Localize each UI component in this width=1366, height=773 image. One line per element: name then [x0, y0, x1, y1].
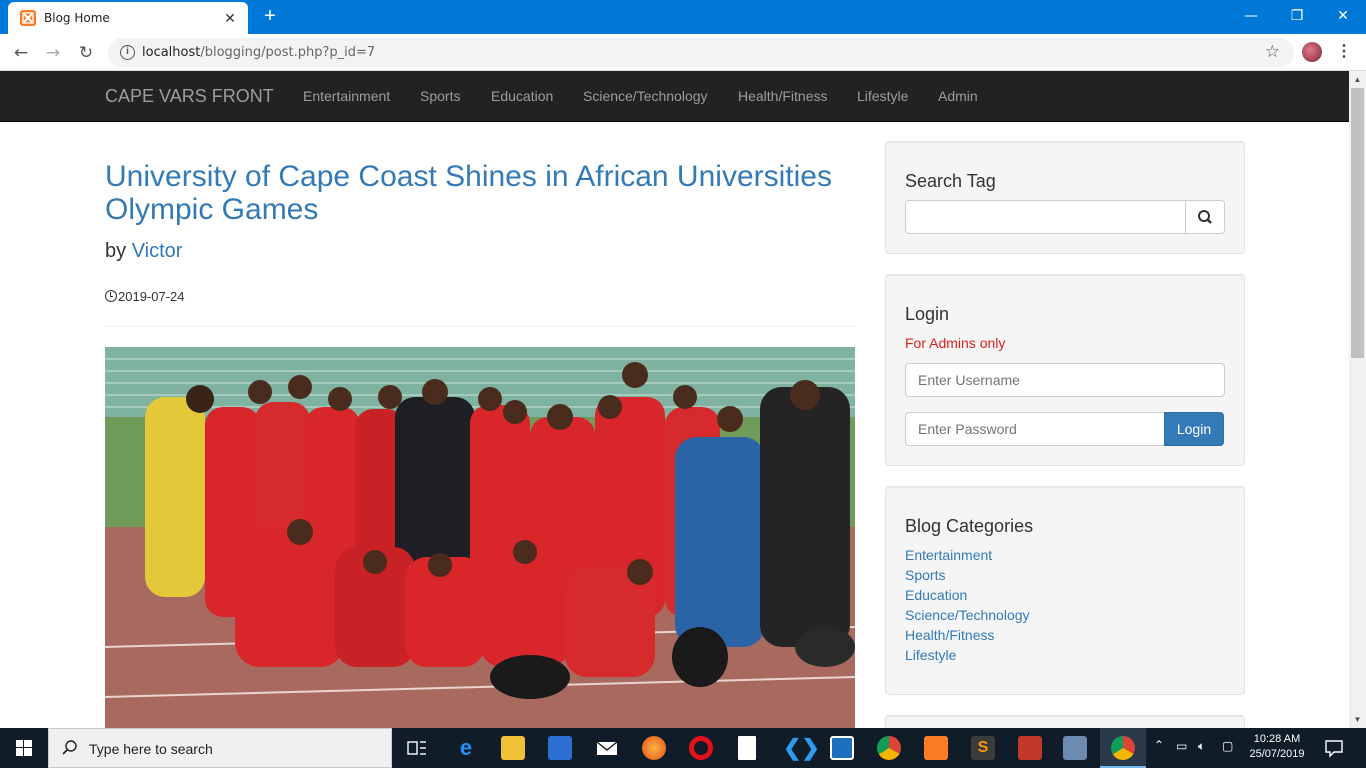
taskbar-clock[interactable]: 10:28 AM 25/07/2019: [1238, 732, 1316, 762]
minimize-button[interactable]: —: [1236, 5, 1266, 27]
close-window-button[interactable]: ✕: [1328, 5, 1358, 27]
new-tab-button[interactable]: +: [260, 6, 280, 28]
windows-logo-icon: [16, 740, 32, 756]
by-prefix: by: [105, 240, 127, 262]
search-button[interactable]: [1185, 200, 1225, 234]
clock-date: 25/07/2019: [1249, 748, 1305, 760]
xampp-favicon-icon: [20, 10, 36, 26]
reload-button[interactable]: ↻: [75, 42, 97, 64]
nav-link-science-technology[interactable]: Science/Technology: [583, 88, 708, 104]
post-image: [105, 347, 855, 728]
login-heading: Login: [905, 304, 950, 324]
chrome-icon[interactable]: [877, 736, 901, 760]
nav-link-sports[interactable]: Sports: [420, 88, 460, 104]
app-window-icon[interactable]: [830, 736, 854, 760]
category-link-health-fitness[interactable]: Health/Fitness: [905, 627, 994, 643]
sublime-text-icon[interactable]: S: [971, 736, 995, 760]
task-view-icon[interactable]: [405, 736, 429, 760]
store-icon[interactable]: [548, 736, 572, 760]
network-app-icon[interactable]: [1063, 736, 1087, 760]
filezilla-icon[interactable]: [1018, 736, 1042, 760]
tab-title: Blog Home: [44, 11, 110, 25]
volume-icon[interactable]: 🔈︎: [1198, 739, 1205, 754]
browser-tab-bar: Blog Home ✕ + — ❐ ✕: [0, 0, 1366, 34]
categories-heading: Blog Categories: [905, 516, 1034, 536]
nav-link-admin[interactable]: Admin: [938, 88, 978, 104]
forward-button[interactable]: →: [42, 42, 64, 64]
vscode-icon[interactable]: ❮❯: [783, 736, 820, 760]
category-link-entertainment[interactable]: Entertainment: [905, 547, 992, 563]
browser-menu-icon[interactable]: ⋮: [1336, 40, 1352, 64]
search-icon: [62, 740, 77, 755]
post-date-text: 2019-07-24: [118, 289, 185, 304]
profile-avatar[interactable]: [1302, 42, 1322, 62]
browser-toolbar: ← → ↻ i localhost/blogging/post.php?p_id…: [0, 34, 1366, 71]
file-explorer-icon[interactable]: [501, 736, 525, 760]
address-bar[interactable]: i localhost/blogging/post.php?p_id=7 ☆: [108, 38, 1294, 67]
site-brand[interactable]: CAPE VARS FRONT: [105, 86, 274, 107]
post-date: 2019-07-24: [105, 289, 185, 304]
taskbar-search-box[interactable]: Type here to search: [48, 728, 392, 768]
notifications-icon[interactable]: [1322, 736, 1346, 760]
nav-link-lifestyle[interactable]: Lifestyle: [857, 88, 908, 104]
windows-taskbar: Type here to search e ❮❯ S ⌃ ▭ 🔈︎ ▢ 10:2…: [0, 728, 1366, 768]
post-byline: by Victor: [105, 240, 182, 263]
category-link-sports[interactable]: Sports: [905, 567, 945, 583]
site-info-icon[interactable]: i: [120, 45, 135, 60]
back-button[interactable]: ←: [10, 42, 32, 64]
password-field[interactable]: [905, 412, 1165, 446]
category-link-lifestyle[interactable]: Lifestyle: [905, 647, 956, 663]
login-admin-note: For Admins only: [905, 335, 1006, 351]
search-panel: Search Tag: [885, 141, 1245, 254]
tab-close-icon[interactable]: ✕: [220, 8, 240, 28]
nav-link-entertainment[interactable]: Entertainment: [303, 88, 390, 104]
nav-link-health-fitness[interactable]: Health/Fitness: [738, 88, 827, 104]
chevron-up-icon[interactable]: ⌃: [1154, 738, 1164, 752]
active-chrome-taskbar-button[interactable]: [1100, 728, 1146, 768]
mail-icon[interactable]: [595, 736, 619, 760]
site-navbar: CAPE VARS FRONT Entertainment Sports Edu…: [0, 71, 1349, 122]
restore-button[interactable]: ❐: [1282, 5, 1312, 27]
nav-link-education[interactable]: Education: [491, 88, 553, 104]
scroll-up-icon[interactable]: ▲: [1349, 71, 1366, 88]
search-icon: [1198, 210, 1212, 224]
chrome-icon: [1111, 736, 1135, 760]
category-link-science-technology[interactable]: Science/Technology: [905, 607, 1030, 623]
search-heading: Search Tag: [905, 171, 996, 191]
edge-browser-icon[interactable]: e: [454, 736, 478, 760]
bookmark-star-icon[interactable]: ☆: [1265, 42, 1280, 62]
search-tag-input[interactable]: [905, 200, 1186, 234]
network-icon[interactable]: ▢: [1222, 739, 1233, 753]
battery-icon[interactable]: ▭: [1176, 739, 1187, 753]
browser-tab[interactable]: Blog Home ✕: [8, 2, 248, 34]
document-icon[interactable]: [738, 736, 756, 760]
scroll-down-icon[interactable]: ▼: [1349, 711, 1366, 728]
taskbar-search-text: Type here to search: [89, 741, 213, 757]
xampp-icon[interactable]: [924, 736, 948, 760]
category-link-education[interactable]: Education: [905, 587, 967, 603]
login-button[interactable]: Login: [1164, 412, 1224, 446]
url-text: localhost/blogging/post.php?p_id=7: [142, 45, 376, 60]
firefox-icon[interactable]: [642, 736, 666, 760]
scrollbar-thumb[interactable]: [1351, 88, 1364, 358]
post-title: University of Cape Coast Shines in Afric…: [105, 160, 832, 226]
clock-icon: [105, 290, 117, 302]
author-link[interactable]: Victor: [132, 240, 183, 262]
opera-icon[interactable]: [689, 736, 713, 760]
clock-time: 10:28 AM: [1253, 733, 1301, 745]
start-button[interactable]: [0, 728, 48, 768]
username-field[interactable]: [905, 363, 1225, 397]
divider: [105, 326, 855, 327]
